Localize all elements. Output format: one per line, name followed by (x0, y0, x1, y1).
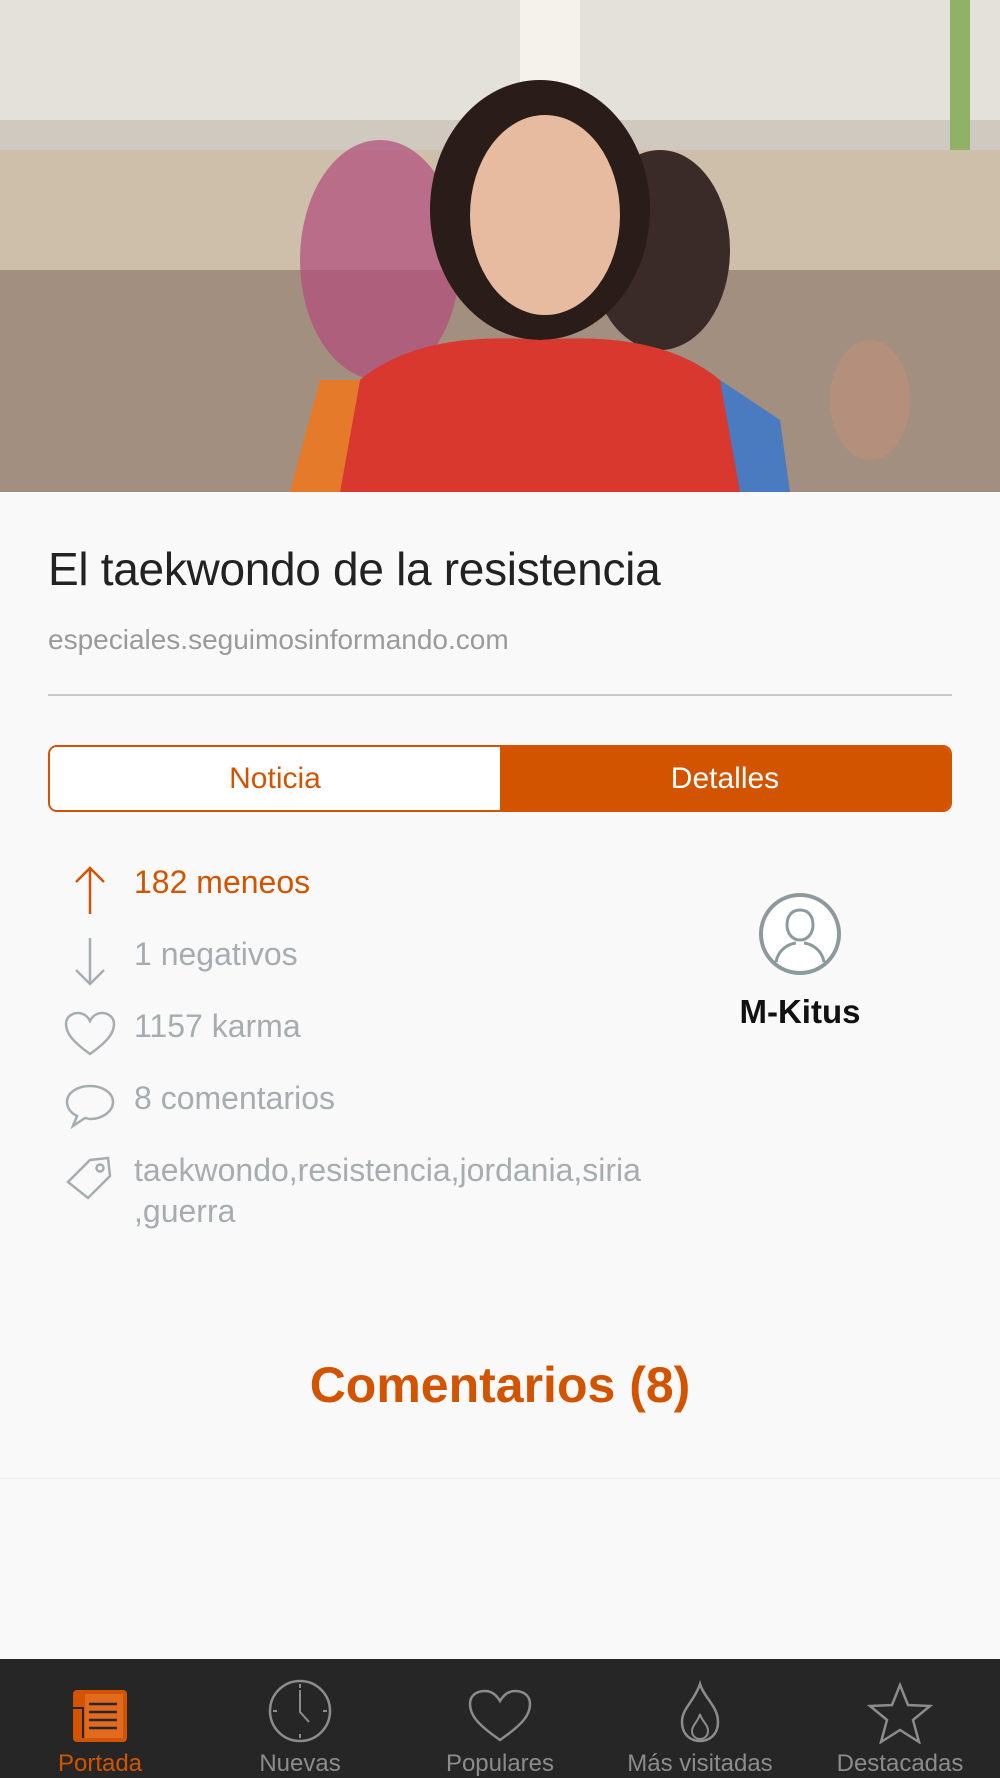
tab-populares[interactable]: Populares (400, 1659, 600, 1778)
tab-label: Portada (57, 1750, 143, 1777)
karma-count: 1157 karma (134, 1008, 301, 1044)
tag-icon (60, 1150, 120, 1206)
arrow-up-icon[interactable] (60, 862, 120, 918)
meneos-count: 182 meneos (134, 864, 311, 900)
flame-icon (678, 1673, 722, 1744)
article-title: El taekwondo de la resistencia (48, 543, 661, 595)
negativos-count: 1 negativos (134, 936, 298, 972)
article-domain[interactable]: especiales.seguimosinformando.com (48, 624, 509, 656)
stat-meneos: 182 meneos (60, 862, 700, 918)
tab-detalles[interactable]: Detalles (500, 747, 950, 810)
heart-icon (467, 1673, 533, 1744)
tab-label: Destacadas (836, 1750, 964, 1777)
stat-comentarios: 8 comentarios (60, 1078, 700, 1134)
avatar[interactable] (720, 892, 880, 981)
newspaper-icon (71, 1673, 129, 1744)
stat-negativos: 1 negativos (60, 934, 700, 990)
tab-label: Populares (445, 1750, 555, 1777)
tab-portada[interactable]: Portada (0, 1659, 200, 1778)
submitter[interactable]: M-Kitus (720, 892, 880, 1031)
star-icon (867, 1673, 933, 1744)
stat-tags: taekwondo,resistencia,jordania,siria ,gu… (60, 1150, 700, 1232)
arrow-down-icon[interactable] (60, 934, 120, 990)
comments-separator (0, 1478, 1000, 1479)
divider (48, 694, 952, 696)
username[interactable]: M-Kitus (720, 993, 880, 1031)
tab-label: Nuevas (259, 1750, 341, 1777)
article-hero-image (0, 0, 1000, 492)
comentarios-count: 8 comentarios (134, 1080, 335, 1116)
tab-noticia[interactable]: Noticia (50, 747, 500, 810)
clock-icon (267, 1673, 333, 1744)
segmented-control: Noticia Detalles (48, 745, 952, 812)
tab-mas-visitadas[interactable]: Más visitadas (600, 1659, 800, 1778)
heart-icon (60, 1006, 120, 1062)
bottom-tab-bar: Portada Nuevas Populares Más visitadas D… (0, 1659, 1000, 1778)
comment-bubble-icon (60, 1078, 120, 1134)
stat-karma: 1157 karma (60, 1006, 700, 1062)
tags-list[interactable]: taekwondo,resistencia,jordania,siria ,gu… (134, 1150, 694, 1232)
tab-destacadas[interactable]: Destacadas (800, 1659, 1000, 1778)
tab-label: Más visitadas (627, 1750, 773, 1777)
comments-heading: Comentarios (8) (309, 1357, 691, 1413)
tab-nuevas[interactable]: Nuevas (200, 1659, 400, 1778)
